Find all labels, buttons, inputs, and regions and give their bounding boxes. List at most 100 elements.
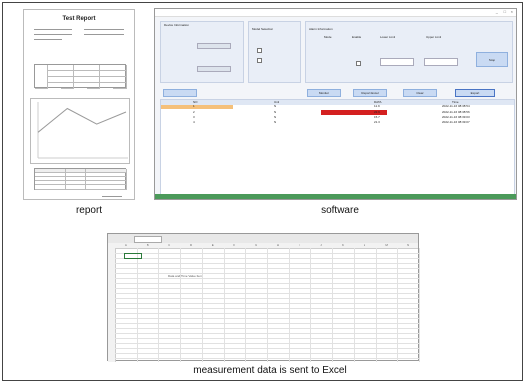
excel-grid-vline	[201, 248, 203, 362]
excel-column-header[interactable]: L	[364, 244, 366, 247]
report-title: Test Report	[62, 16, 96, 22]
alarm-col-upper: Upper Limit	[426, 36, 442, 39]
caption-excel: measurement data is sent to Excel	[193, 365, 347, 376]
stop-button[interactable]: Stop	[476, 52, 508, 67]
row-data: 21.3	[374, 121, 380, 124]
table-row[interactable]: 4 N 21.3 2022-11-16 08:39:07	[161, 121, 514, 125]
lower-limit-input[interactable]	[380, 58, 414, 66]
excel-column-headers: A B C D E F G H I J K L M N	[108, 243, 418, 249]
col-no: NO	[193, 101, 198, 104]
summary-cell	[35, 65, 48, 89]
row-time: 2022-11-16 08:38:56	[442, 111, 470, 114]
report-header-line	[84, 29, 124, 30]
chart-frame	[30, 98, 130, 164]
row-time: 2022-11-16 08:38:54	[442, 105, 470, 108]
alarm-info-panel: Alarm Information Mode Enable Lower Limi…	[305, 21, 513, 83]
excel-column-header[interactable]: M	[385, 244, 388, 247]
report-header-line	[84, 34, 124, 35]
row-no: 3	[193, 116, 195, 119]
excel-column-header[interactable]: E	[212, 244, 214, 247]
device-field[interactable]	[197, 43, 231, 49]
excel-column-header[interactable]: A	[125, 244, 127, 247]
row-no: 2	[193, 111, 195, 114]
model-selection-label: Model Selection	[252, 28, 274, 31]
status-bar	[155, 194, 516, 199]
monitor-tab-button[interactable]	[163, 89, 197, 97]
summary-cell	[87, 65, 100, 89]
report-header-line	[34, 39, 62, 40]
excel-column-header[interactable]: G	[255, 244, 257, 247]
stop-button-label: Stop	[488, 59, 496, 62]
excel-column-header[interactable]: I	[299, 244, 300, 247]
excel-column-header[interactable]: C	[168, 244, 170, 247]
minimize-icon[interactable]: –	[496, 10, 498, 15]
alarm-enable-checkbox[interactable]	[356, 61, 361, 66]
maximize-icon[interactable]: □	[504, 9, 506, 14]
excel-grid-vline	[158, 248, 160, 362]
close-icon[interactable]: ×	[511, 9, 513, 14]
report-excel-button-label: Report Excel	[361, 92, 379, 95]
excel-grid-vline	[136, 248, 138, 362]
monitor-button[interactable]: Monitor	[307, 89, 341, 97]
excel-grid-hline	[115, 303, 419, 304]
upper-limit-input[interactable]	[424, 58, 458, 66]
excel-grid-vline	[375, 248, 377, 362]
excel-window: A B C D E F G H I J K L M N Data and Time Value Item	[107, 233, 420, 362]
summary-cell	[61, 65, 74, 89]
row-unit: N	[274, 111, 277, 114]
excel-column-header[interactable]: K	[342, 244, 344, 247]
excel-grid-hline	[115, 333, 419, 334]
excel-grid-hline	[115, 288, 419, 289]
excel-grid-vline	[288, 248, 290, 362]
device-field[interactable]	[197, 66, 231, 72]
excel-grid-hline	[115, 353, 419, 354]
excel-name-box[interactable]	[134, 236, 162, 243]
excel-column-header[interactable]: B	[147, 244, 149, 247]
report-footer-line	[102, 196, 122, 197]
excel-column-header[interactable]: N	[407, 244, 409, 247]
device-info-label: Device Information	[164, 24, 190, 27]
excel-grid-hline	[115, 338, 419, 339]
export-button[interactable]: Export	[455, 89, 495, 97]
alarm-col-enable: Enable	[352, 36, 362, 39]
mode-checkbox[interactable]	[257, 58, 262, 63]
excel-grid-hline	[115, 318, 419, 319]
excel-grid-hline	[115, 358, 419, 359]
clear-button-label: Clear	[416, 92, 424, 95]
window-titlebar: – □ ×	[155, 9, 516, 17]
excel-selected-cell[interactable]	[124, 253, 142, 259]
excel-grid-hline	[115, 308, 419, 309]
row-no: 4	[193, 121, 195, 124]
table-row[interactable]: 2 N 22.9 2022-11-16 08:38:56	[161, 110, 514, 115]
row-unit: N	[274, 116, 277, 119]
col-time: Time	[452, 101, 459, 104]
table-row[interactable]: 1 N 11.9 2022-11-16 08:38:54	[161, 105, 514, 109]
excel-column-header[interactable]: H	[277, 244, 279, 247]
table-row[interactable]: 3 N 15.7 2022-11-16 08:39:03	[161, 116, 514, 120]
clear-button[interactable]: Clear	[403, 89, 437, 97]
excel-grid-vline	[180, 248, 182, 362]
excel-grid-hline	[115, 348, 419, 349]
model-selection-panel: Model Selection	[248, 21, 301, 83]
excel-column-header[interactable]: J	[320, 244, 322, 247]
report-excel-button[interactable]: Report Excel	[353, 89, 387, 97]
row-time: 2022-11-16 08:39:03	[442, 116, 470, 119]
row-data: 22.9	[374, 111, 380, 114]
device-info-panel: Device Information	[160, 21, 244, 83]
excel-grid-hline	[115, 298, 419, 299]
excel-column-header[interactable]: F	[233, 244, 235, 247]
col-data: DATA	[374, 101, 382, 104]
excel-grid-hline	[115, 328, 419, 329]
report-data-table	[34, 168, 127, 190]
col-unit: Unit	[274, 101, 280, 104]
excel-grid-hline	[115, 268, 419, 269]
report-header-line	[34, 29, 72, 30]
report-col-divider	[65, 169, 66, 190]
test-report-page: Test Report	[23, 9, 135, 200]
row-data: 15.7	[374, 116, 380, 119]
excel-grid-vline	[419, 248, 420, 362]
excel-column-header[interactable]: D	[190, 244, 192, 247]
report-summary-table	[34, 64, 127, 89]
mode-checkbox[interactable]	[257, 48, 262, 53]
report-data-row	[35, 185, 127, 190]
